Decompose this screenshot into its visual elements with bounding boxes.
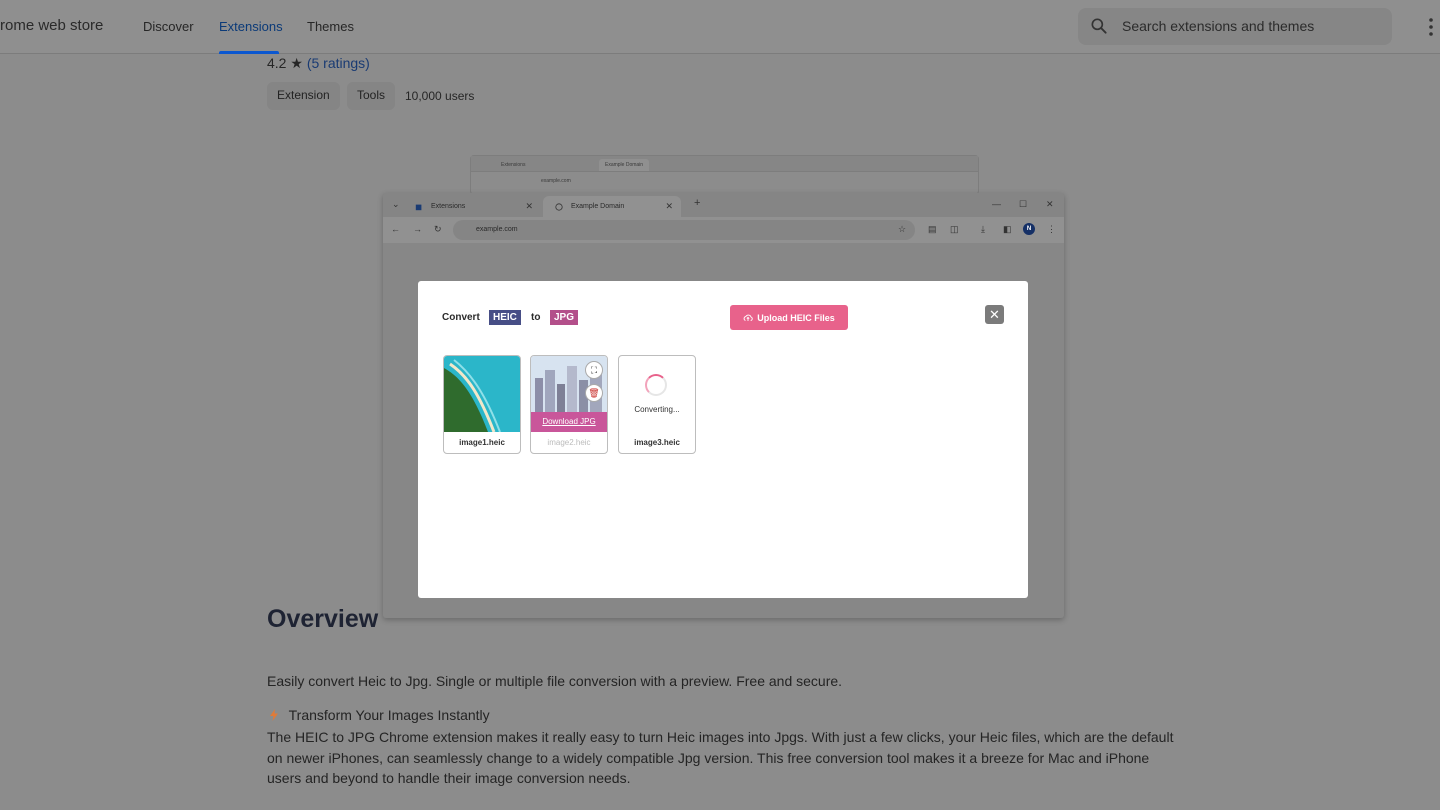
to-label: to: [531, 312, 541, 323]
upload-heic-button[interactable]: Upload HEIC Files: [730, 305, 848, 330]
address-bar[interactable]: [453, 220, 915, 240]
image-card[interactable]: ⛶ 🗑 Download JPG image2.heic: [530, 355, 608, 454]
close-modal-button[interactable]: ✕: [985, 305, 1004, 324]
active-nav-indicator: [219, 51, 279, 54]
converting-status: Converting...: [634, 405, 680, 414]
tab-bar: ⌄ Extensions ✕ Example Domain ✕ + — ☐ ✕: [383, 193, 1064, 217]
lightning-icon: [270, 709, 278, 721]
tab-label: Extensions: [431, 203, 466, 210]
overview-summary: Easily convert Heic to Jpg. Single or mu…: [267, 673, 843, 689]
tab-extensions[interactable]: Extensions ✕: [403, 196, 541, 217]
tag-tools[interactable]: Tools: [347, 82, 396, 110]
profile-avatar[interactable]: N: [1023, 223, 1035, 235]
jpg-badge: JPG: [550, 310, 579, 325]
star-icon: ★: [290, 55, 303, 71]
overview-heading: Overview: [267, 605, 379, 633]
search-input[interactable]: [1122, 18, 1372, 34]
tag-extension[interactable]: Extension: [267, 82, 340, 110]
extensions-puzzle-icon[interactable]: ◫: [950, 224, 959, 235]
back-tab-bar: Extensions Example Domain: [471, 156, 978, 172]
globe-icon: [555, 203, 563, 211]
new-tab-icon[interactable]: +: [694, 197, 700, 209]
search-icon[interactable]: [1089, 16, 1109, 36]
feature-title: Transform Your Images Instantly: [288, 707, 490, 723]
maximize-icon[interactable]: ☐: [1019, 199, 1027, 210]
feature-title-row: Transform Your Images Instantly: [267, 707, 490, 723]
browser-menu-icon[interactable]: ⋮: [1047, 224, 1056, 235]
nav-themes[interactable]: Themes: [307, 19, 354, 34]
close-tab-icon[interactable]: ✕: [525, 201, 533, 212]
back-tab-extensions: Extensions: [501, 162, 526, 168]
puzzle-icon: [415, 204, 422, 211]
rating-value: 4.2: [267, 55, 287, 71]
tab-example-domain[interactable]: Example Domain ✕: [543, 196, 681, 217]
image-card[interactable]: image1.heic: [443, 355, 521, 454]
user-count: 10,000 users: [405, 89, 475, 103]
store-brand[interactable]: rome web store: [0, 17, 103, 34]
url-text: example.com: [476, 226, 518, 233]
top-bar: rome web store Discover Extensions Theme…: [0, 0, 1440, 54]
side-panel-icon[interactable]: ◧: [1003, 224, 1012, 235]
convert-label: Convert: [442, 312, 480, 323]
back-icon[interactable]: ←: [391, 224, 400, 234]
tab-label: Example Domain: [571, 203, 625, 210]
upload-label: Upload HEIC Files: [757, 312, 835, 323]
extension-heic-icon[interactable]: ▤: [928, 224, 937, 235]
ratings-link[interactable]: (5 ratings): [307, 55, 370, 71]
tab-search-icon[interactable]: ⌄: [392, 199, 400, 210]
close-window-icon[interactable]: ✕: [1046, 199, 1054, 210]
nav-discover[interactable]: Discover: [143, 19, 194, 34]
expand-icon[interactable]: ⛶: [585, 361, 603, 379]
image-name: image1.heic: [459, 438, 505, 447]
more-options-icon[interactable]: [1421, 16, 1440, 38]
loading-spinner-icon: [645, 374, 667, 396]
reload-icon[interactable]: ↻: [434, 224, 442, 235]
image-name: image3.heic: [634, 438, 680, 447]
download-jpg-link[interactable]: Download JPG: [531, 412, 607, 432]
download-icon[interactable]: ⤓: [981, 224, 985, 235]
nav-extensions[interactable]: Extensions: [219, 19, 283, 34]
beach-thumbnail: [444, 356, 520, 432]
rating-row: 4.2 ★ (5 ratings): [267, 55, 370, 72]
image-card[interactable]: Converting... image3.heic: [618, 355, 696, 454]
forward-icon[interactable]: →: [413, 224, 422, 234]
overview-body: The HEIC to JPG Chrome extension makes i…: [267, 729, 1174, 786]
minimize-icon[interactable]: —: [992, 199, 1001, 209]
image-name: image2.heic: [547, 438, 591, 447]
heic-badge: HEIC: [489, 310, 521, 325]
delete-icon[interactable]: 🗑: [585, 384, 603, 402]
back-tab-example: Example Domain: [599, 159, 650, 171]
bookmark-star-icon[interactable]: ☆: [898, 224, 906, 235]
close-tab-icon[interactable]: ✕: [665, 201, 673, 212]
back-url: example.com: [541, 178, 571, 184]
back-browser-window: Extensions Example Domain example.com: [470, 155, 979, 195]
cloud-upload-icon: [743, 314, 753, 321]
